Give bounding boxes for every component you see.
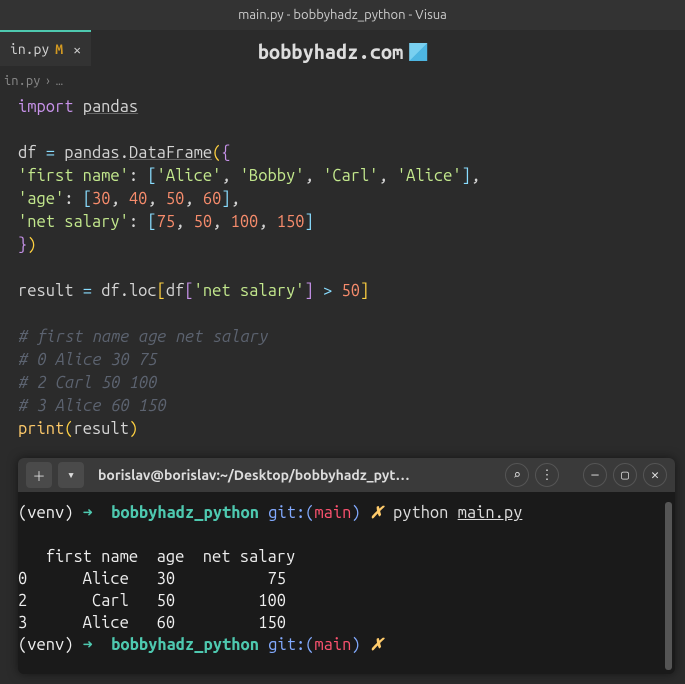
prompt-path: bobbyhadz_python (111, 636, 259, 654)
number: 75 (157, 213, 175, 231)
git-suffix: ) (351, 636, 360, 654)
bracket: [ (147, 213, 156, 231)
operator: > (323, 282, 332, 300)
string: 'first name' (18, 167, 129, 185)
git-branch: main (314, 504, 351, 522)
maximize-button[interactable]: ▢ (613, 463, 637, 487)
git-dirty-icon: ✗ (370, 504, 384, 522)
number: 150 (277, 213, 305, 231)
close-icon[interactable]: × (73, 41, 81, 58)
bracket: ( (212, 144, 221, 162)
terminal-panel: ＋ ▾ borislav@borislav:~/Desktop/bobbyhad… (18, 458, 675, 674)
tab-main-py[interactable]: in.py M × (0, 30, 91, 66)
watermark: bobbyhadz.com (258, 40, 428, 63)
number: 50 (166, 190, 184, 208)
git-dirty-icon: ✗ (370, 636, 384, 654)
git-modified-indicator: M (55, 41, 63, 57)
terminal-title: borislav@borislav:~/Desktop/bobbyhadz_py… (98, 467, 499, 483)
bracket: ) (27, 236, 36, 254)
prompt-path: bobbyhadz_python (111, 504, 259, 522)
operator: = (83, 282, 92, 300)
command-arg: main.py (458, 504, 523, 522)
command: python (393, 504, 448, 522)
git-prefix: git:( (268, 504, 314, 522)
bracket: } (18, 236, 27, 254)
menu-icon[interactable]: ⋮ (535, 463, 559, 487)
var: df (18, 144, 36, 162)
scrollbar[interactable] (665, 502, 672, 670)
var: df (166, 282, 184, 300)
var: result (73, 420, 128, 438)
number: 30 (92, 190, 110, 208)
breadcrumb-file: in.py (4, 74, 40, 88)
prompt-arrow: ➜ (83, 636, 93, 654)
code-editor[interactable]: import pandas df = pandas.DataFrame({ 'f… (0, 96, 685, 441)
var: df (101, 282, 119, 300)
operator: = (46, 144, 55, 162)
var: result (18, 282, 73, 300)
number: 100 (231, 213, 259, 231)
breadcrumb[interactable]: in.py › … (0, 66, 685, 96)
bracket: { (221, 144, 230, 162)
breadcrumb-more: … (56, 74, 63, 88)
comment: # 0 Alice 30 75 (18, 349, 667, 372)
new-tab-button[interactable]: ＋ (26, 462, 52, 488)
bracket: [ (83, 190, 92, 208)
output-line: 0 Alice 30 75 (18, 570, 286, 588)
tab-label: in.py (10, 41, 49, 57)
venv-label: (venv) (18, 504, 73, 522)
number: 40 (129, 190, 147, 208)
git-branch: main (314, 636, 351, 654)
string: 'net salary' (18, 213, 129, 231)
punct: . (120, 144, 129, 162)
string: 'net salary' (194, 282, 305, 300)
git-suffix: ) (351, 504, 360, 522)
number: 60 (203, 190, 221, 208)
module-ref: pandas (64, 144, 119, 162)
output-line: 2 Carl 50 100 (18, 592, 286, 610)
string: 'age' (18, 190, 64, 208)
search-icon[interactable]: ⌕ (505, 463, 529, 487)
attr: loc (129, 282, 157, 300)
output-line: first name age net salary (18, 548, 295, 566)
git-prefix: git:( (268, 636, 314, 654)
prompt-arrow: ➜ (83, 504, 93, 522)
number: 50 (194, 213, 212, 231)
keyword: import (18, 98, 73, 116)
cube-icon (409, 43, 427, 61)
output-line: 3 Alice 60 150 (18, 614, 286, 632)
title-bar: main.py - bobbyhadz_python - Visua (0, 0, 685, 30)
comment: # 3 Alice 60 150 (18, 395, 667, 418)
chevron-right-icon: › (44, 74, 51, 88)
terminal-body[interactable]: (venv) ➜ bobbyhadz_python git:(main) ✗ p… (18, 492, 675, 674)
class-name: DataFrame (129, 144, 212, 162)
comment: # 2 Carl 50 100 (18, 372, 667, 395)
comment: # first name age net salary (18, 326, 667, 349)
minimize-button[interactable]: — (583, 463, 607, 487)
venv-label: (venv) (18, 636, 73, 654)
number: 50 (342, 282, 360, 300)
watermark-text: bobbyhadz.com (258, 40, 404, 63)
builtin: print (18, 420, 64, 438)
terminal-header: ＋ ▾ borislav@borislav:~/Desktop/bobbyhad… (18, 458, 675, 492)
module-name: pandas (83, 98, 138, 116)
dropdown-button[interactable]: ▾ (58, 462, 84, 488)
close-button[interactable]: ✕ (643, 463, 667, 487)
